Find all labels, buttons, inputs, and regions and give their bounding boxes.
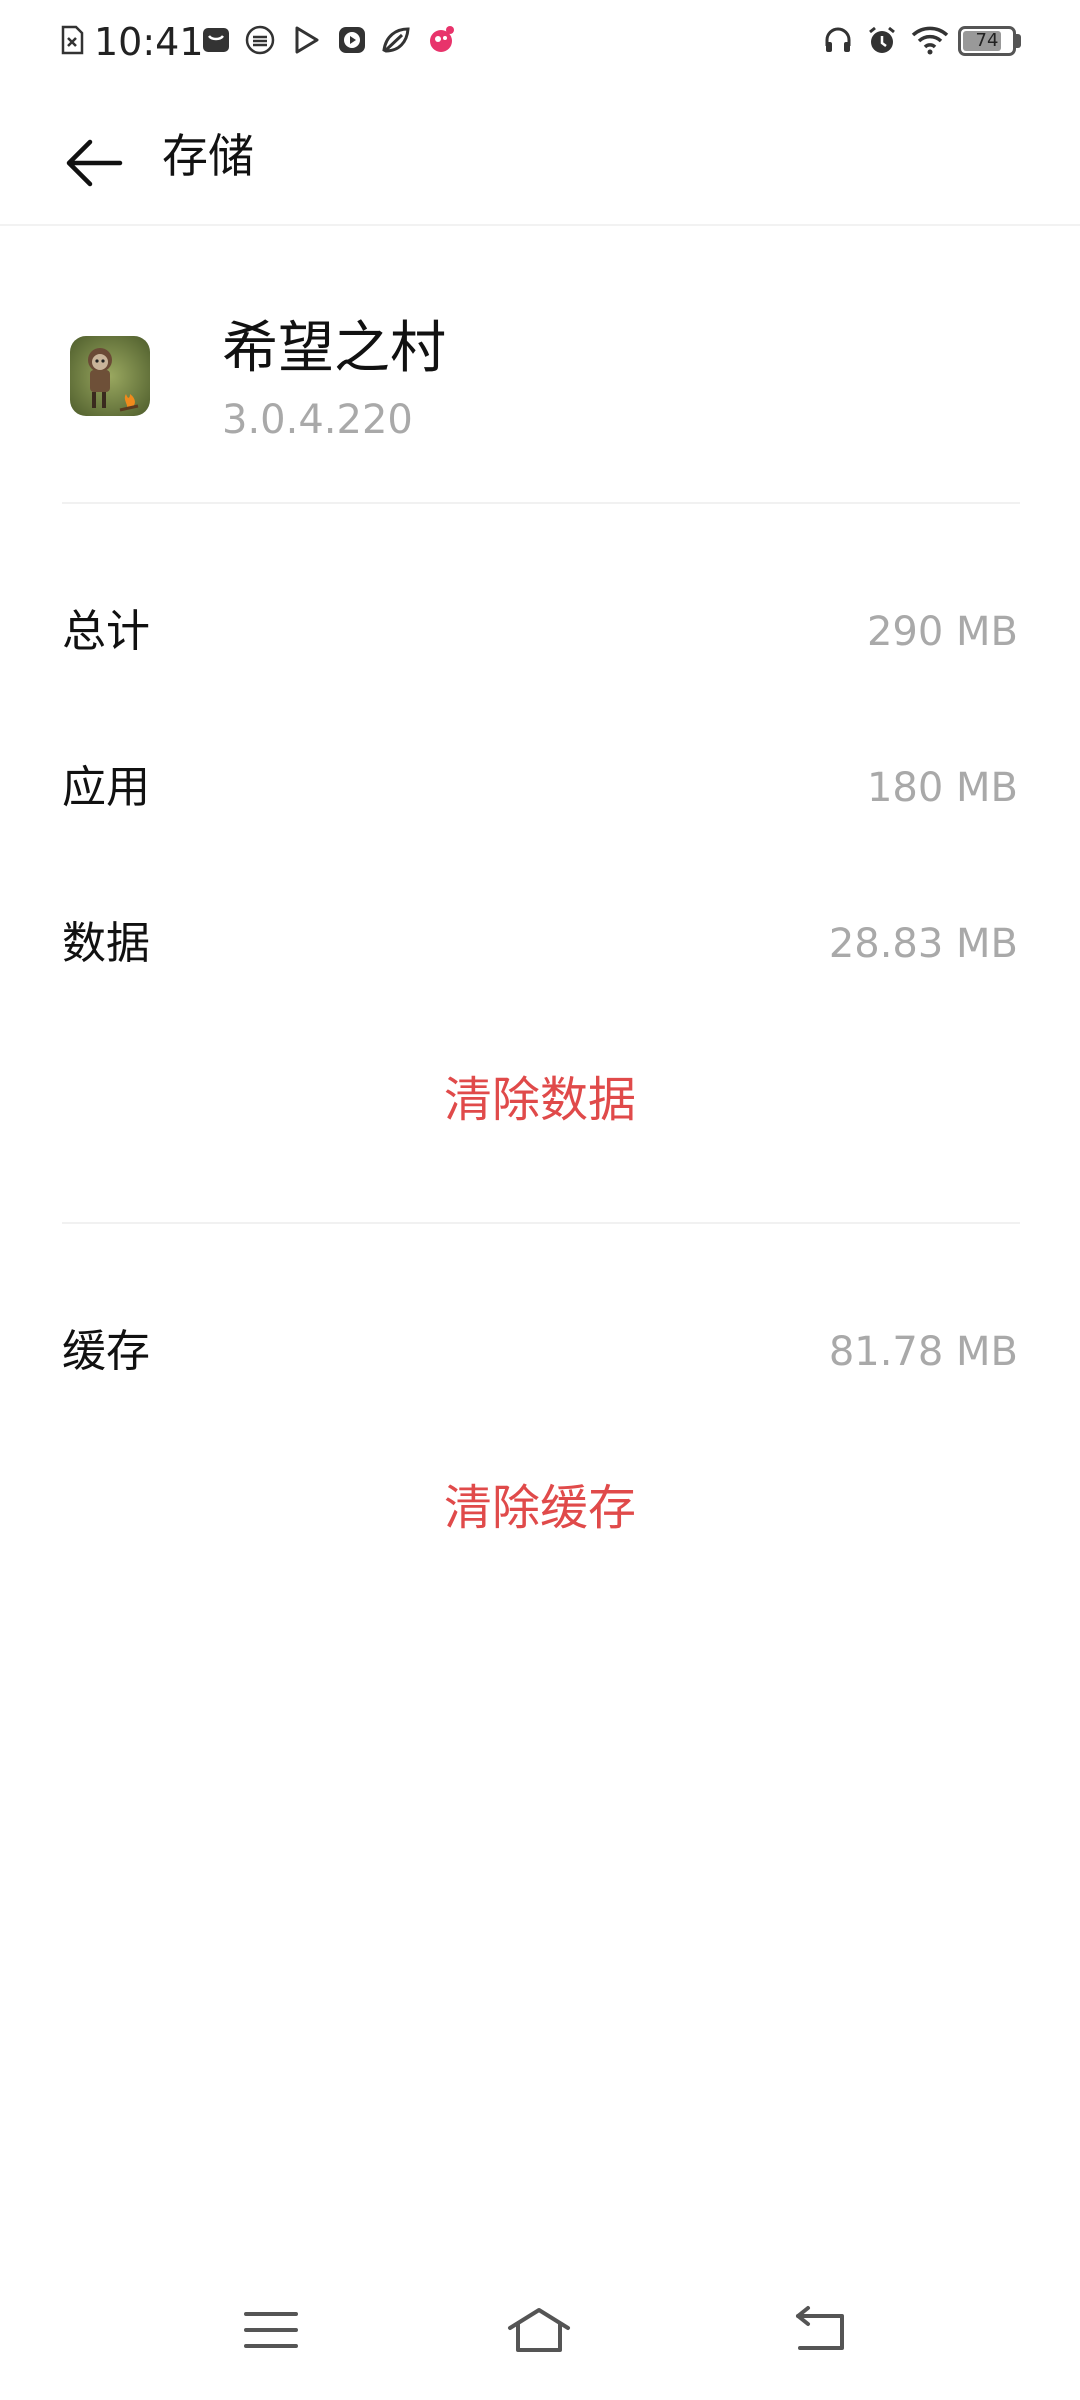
back-arrow-icon[interactable]: [60, 128, 130, 198]
menu-icon[interactable]: [236, 2300, 306, 2360]
app-icon: [245, 25, 275, 55]
battery-cap: [1016, 34, 1021, 48]
data-size-label: 数据: [62, 918, 150, 969]
wifi-icon: [911, 26, 949, 55]
home-icon[interactable]: [504, 2300, 574, 2360]
status-bar: 10:41 74: [0, 0, 1080, 84]
headphones-icon: [825, 27, 851, 52]
page-title: 存储: [162, 129, 254, 183]
status-time: 10:41: [94, 20, 204, 64]
notification-icon: [430, 26, 454, 52]
app-size-value: 180 MB: [866, 765, 1018, 811]
total-value: 290 MB: [866, 609, 1018, 655]
header-divider: [0, 224, 1080, 226]
app-version: 3.0.4.220: [222, 397, 413, 443]
section-divider: [62, 1222, 1020, 1224]
app-size-label: 应用: [62, 762, 150, 813]
cache-label: 缓存: [62, 1326, 150, 1377]
play-icon: [339, 27, 365, 53]
app-icon-image: [70, 336, 150, 416]
sim-error-icon: [61, 25, 84, 55]
back-nav-icon[interactable]: [786, 2300, 856, 2360]
video-icon: [295, 26, 319, 54]
data-size-value: 28.83 MB: [828, 921, 1018, 967]
app-name: 希望之村: [222, 316, 446, 381]
battery-percent: 74: [975, 30, 999, 51]
cache-value: 81.78 MB: [828, 1329, 1018, 1375]
leaf-icon: [382, 27, 410, 53]
alarm-icon: [869, 26, 895, 53]
clear-data-button[interactable]: 清除数据: [0, 1068, 1080, 1132]
clear-cache-button[interactable]: 清除缓存: [0, 1476, 1080, 1540]
wallet-icon: [203, 28, 229, 52]
total-label: 总计: [62, 606, 150, 657]
section-divider: [62, 502, 1020, 504]
battery-indicator: 74: [958, 26, 1016, 56]
